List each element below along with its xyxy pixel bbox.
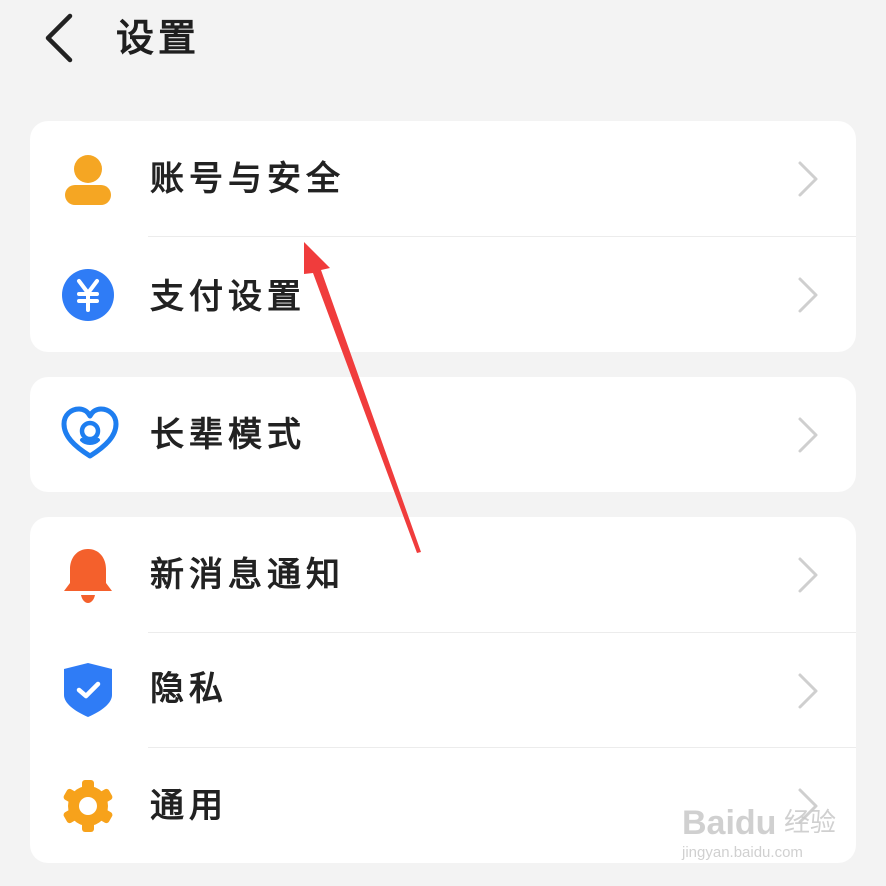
- gear-icon: [63, 780, 113, 832]
- person-icon: [65, 155, 111, 205]
- chevron-left-icon: [45, 13, 73, 63]
- settings-item-label: 账号与安全: [150, 159, 345, 199]
- settings-item-label: 通用: [150, 786, 228, 826]
- settings-item-notifications[interactable]: 新消息通知: [30, 517, 856, 632]
- heart-icon: [61, 406, 119, 459]
- settings-item-label: 支付设置: [150, 277, 306, 317]
- yuan-icon: [62, 269, 114, 321]
- back-button[interactable]: [36, 12, 84, 64]
- settings-item-label: 新消息通知: [150, 555, 345, 595]
- chevron-right-icon: [798, 161, 818, 197]
- settings-item-privacy[interactable]: 隐私: [30, 633, 856, 748]
- settings-group-elder: 长辈模式: [30, 377, 856, 492]
- chevron-right-icon: [798, 788, 818, 824]
- shield-check-icon: [64, 663, 112, 717]
- settings-item-label: 隐私: [150, 669, 228, 709]
- settings-item-payment[interactable]: 支付设置: [30, 237, 856, 352]
- settings-group-general: 新消息通知 隐私 通用: [30, 517, 856, 863]
- settings-item-account-security[interactable]: 账号与安全: [30, 121, 856, 236]
- bell-icon: [64, 549, 112, 603]
- page-title: 设置: [116, 16, 201, 60]
- chevron-right-icon: [798, 277, 818, 313]
- settings-group-account: 账号与安全 支付设置: [30, 121, 856, 352]
- chevron-right-icon: [798, 673, 818, 709]
- chevron-right-icon: [798, 417, 818, 453]
- header-bar: 设置: [0, 0, 886, 90]
- settings-item-label: 长辈模式: [150, 415, 306, 455]
- chevron-right-icon: [798, 557, 818, 593]
- settings-item-general[interactable]: 通用: [30, 748, 856, 863]
- settings-item-elder-mode[interactable]: 长辈模式: [30, 377, 856, 492]
